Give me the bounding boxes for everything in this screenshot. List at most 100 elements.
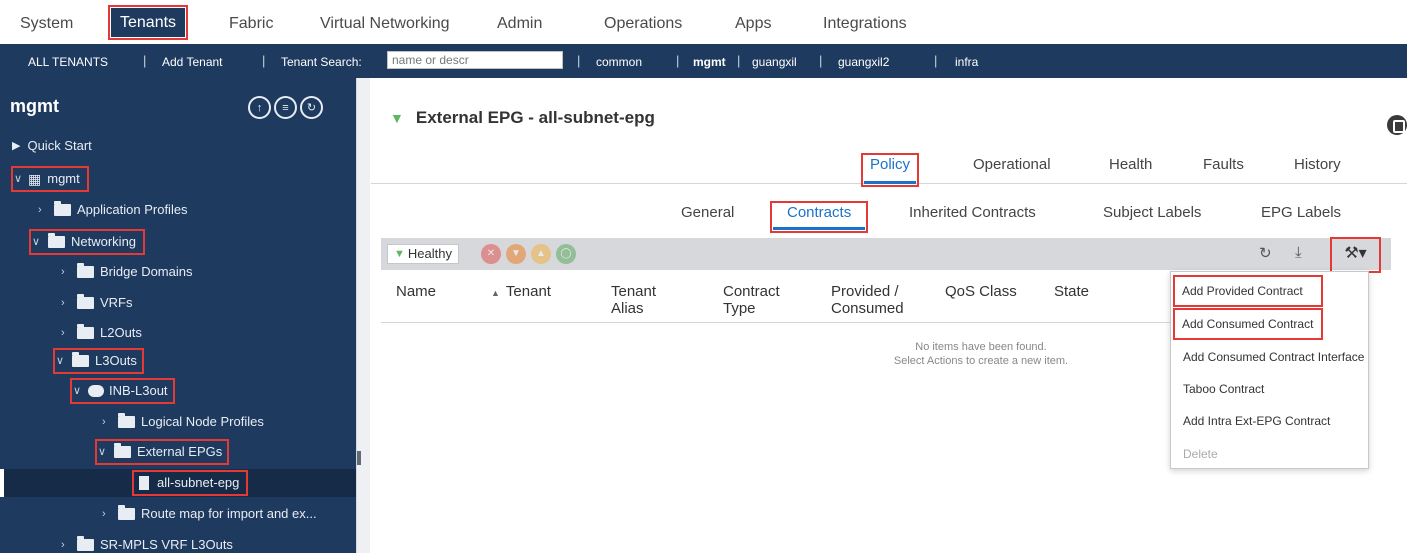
- tree-item-sr-mpls-vrf-l3outs[interactable]: › SR-MPLS VRF L3Outs: [61, 535, 233, 553]
- collapse-handle[interactable]: [357, 451, 361, 465]
- tab-history[interactable]: History: [1294, 156, 1341, 173]
- column-tenant[interactable]: ▲ Tenant: [491, 283, 551, 302]
- tree-item-application-profiles[interactable]: › Application Profiles: [38, 200, 188, 220]
- tree-item-inb-l3out[interactable]: ∨ INB-L3out: [70, 378, 175, 404]
- pane-splitter[interactable]: [356, 78, 370, 553]
- menu-system[interactable]: System: [20, 15, 73, 33]
- refresh-icon[interactable]: ↻: [1259, 244, 1272, 262]
- menu-admin[interactable]: Admin: [497, 15, 542, 33]
- chevron-down-icon[interactable]: ∨: [56, 351, 68, 371]
- menu-add-intra-ext-epg-contract[interactable]: Add Intra Ext-EPG Contract: [1171, 405, 1370, 437]
- tab-faults[interactable]: Faults: [1203, 156, 1244, 173]
- pin-icon[interactable]: ↑: [248, 96, 271, 119]
- tree-item-mgmt[interactable]: ∨ ▦ mgmt: [11, 166, 89, 192]
- all-tenants-link[interactable]: ALL TENANTS: [28, 55, 108, 69]
- menu-tenants[interactable]: Tenants: [107, 5, 189, 40]
- page-title: ▼ External EPG - all-subnet-epg: [390, 108, 655, 128]
- menu-apps[interactable]: Apps: [735, 15, 771, 33]
- menu-operations[interactable]: Operations: [604, 15, 682, 33]
- actions-tools-button[interactable]: ⚒▾: [1330, 237, 1381, 273]
- help-bookmark-icon[interactable]: [1387, 115, 1407, 135]
- tab-policy[interactable]: Policy: [860, 153, 920, 187]
- warning-fault-icon[interactable]: ◯: [556, 244, 576, 264]
- chevron-right-icon[interactable]: ›: [102, 504, 114, 524]
- chevron-right-icon[interactable]: ›: [61, 293, 73, 313]
- column-state[interactable]: State: [1054, 283, 1089, 300]
- chevron-down-icon[interactable]: ∨: [98, 442, 110, 462]
- menu-virtual-networking[interactable]: Virtual Networking: [320, 15, 450, 33]
- tree-item-vrfs[interactable]: › VRFs: [61, 293, 133, 313]
- tenant-link-guangxil2[interactable]: guangxil2: [838, 55, 889, 69]
- folder-icon: [114, 443, 131, 458]
- folder-icon: [118, 413, 135, 428]
- sidebar-actions: ↑ ≡ ↻: [248, 96, 323, 119]
- menu-integrations[interactable]: Integrations: [823, 15, 907, 33]
- tab-contracts[interactable]: Contracts: [769, 201, 869, 233]
- chevron-down-icon[interactable]: ∨: [73, 381, 85, 401]
- chevron-right-icon[interactable]: ›: [61, 262, 73, 282]
- tree-item-label: L2Outs: [100, 325, 142, 340]
- tenant-search-input[interactable]: [387, 51, 563, 69]
- tenant-link-common[interactable]: common: [596, 55, 642, 69]
- tree-item-l3outs[interactable]: ∨ L3Outs: [53, 348, 144, 374]
- chevron-right-icon[interactable]: ›: [102, 412, 114, 432]
- tab-subject-labels[interactable]: Subject Labels: [1103, 204, 1201, 221]
- tab-epg-labels[interactable]: EPG Labels: [1261, 204, 1341, 221]
- tree-item-label: Bridge Domains: [100, 264, 193, 279]
- column-qos-class[interactable]: QoS Class: [945, 283, 1017, 300]
- chevron-right-icon[interactable]: ›: [61, 323, 73, 343]
- page-title-text: External EPG - all-subnet-epg: [415, 108, 655, 127]
- tenant-link-infra[interactable]: infra: [955, 55, 978, 69]
- download-icon[interactable]: ⤓: [1295, 244, 1302, 261]
- menu-delete: Delete: [1183, 447, 1218, 461]
- chevron-right-icon[interactable]: ›: [61, 535, 73, 553]
- tree-item-l2outs[interactable]: › L2Outs: [61, 323, 142, 343]
- tree-item-all-subnet-epg[interactable]: all-subnet-epg: [131, 470, 249, 496]
- tree-item-bridge-domains[interactable]: › Bridge Domains: [61, 262, 193, 282]
- major-fault-icon[interactable]: ▼: [506, 244, 526, 264]
- tab-inherited-contracts[interactable]: Inherited Contracts: [909, 204, 1036, 221]
- tree-item-label: External EPGs: [137, 444, 223, 459]
- tab-general[interactable]: General: [681, 204, 734, 221]
- cloud-icon: [88, 385, 104, 397]
- tree-item-quick-start[interactable]: ▶ Quick Start: [12, 136, 92, 156]
- folder-icon: [54, 201, 71, 216]
- tree-item-label: L3Outs: [95, 353, 137, 368]
- tree-item-route-map[interactable]: › Route map for import and ex...: [102, 504, 317, 524]
- tenant-link-guangxil[interactable]: guangxil: [752, 55, 797, 69]
- tree-item-label: mgmt: [47, 171, 80, 186]
- column-name[interactable]: Name: [396, 283, 436, 300]
- add-tenant-link[interactable]: Add Tenant: [162, 55, 223, 69]
- health-badge: ▼ Healthy: [387, 244, 459, 264]
- column-contract-type[interactable]: Contract Type: [723, 283, 780, 317]
- tab-health[interactable]: Health: [1109, 156, 1152, 173]
- menu-taboo-contract[interactable]: Taboo Contract: [1171, 373, 1370, 405]
- separator: |: [934, 53, 938, 68]
- empty-state-message: No items have been found. Select Actions…: [781, 340, 1181, 368]
- header-divider: [381, 322, 1171, 323]
- tree-item-logical-node-profiles[interactable]: › Logical Node Profiles: [102, 412, 264, 432]
- tab-operational[interactable]: Operational: [973, 156, 1051, 173]
- secondary-tabs: General Contracts Inherited Contracts Su…: [371, 201, 1407, 233]
- tree-item-external-epgs[interactable]: ∨ External EPGs: [94, 439, 230, 465]
- menu-fabric[interactable]: Fabric: [229, 15, 273, 33]
- chevron-down-icon[interactable]: ∨: [14, 169, 26, 189]
- column-provided-consumed[interactable]: Provided / Consumed: [831, 283, 904, 317]
- tenant-icon: ▦: [28, 171, 42, 187]
- column-tenant-alias[interactable]: Tenant Alias: [611, 283, 656, 317]
- list-icon[interactable]: ≡: [274, 96, 297, 119]
- tenant-bar: ALL TENANTS | Add Tenant | Tenant Search…: [0, 44, 1407, 78]
- menu-add-provided-contract[interactable]: Add Provided Contract: [1173, 275, 1323, 307]
- menu-add-consumed-contract-interface[interactable]: Add Consumed Contract Interface: [1171, 341, 1370, 373]
- tree-item-networking[interactable]: ∨ Networking: [28, 229, 146, 255]
- refresh-icon[interactable]: ↻: [300, 96, 323, 119]
- tenant-link-mgmt[interactable]: mgmt: [693, 55, 726, 69]
- top-menu: System Tenants Fabric Virtual Networking…: [0, 0, 1407, 44]
- minor-fault-icon[interactable]: ▲: [531, 244, 551, 264]
- critical-fault-icon[interactable]: ✕: [481, 244, 501, 264]
- epg-icon: [139, 476, 149, 490]
- chevron-down-icon[interactable]: ∨: [32, 232, 44, 252]
- menu-add-consumed-contract[interactable]: Add Consumed Contract: [1173, 308, 1323, 340]
- separator: |: [676, 53, 680, 68]
- chevron-right-icon[interactable]: ›: [38, 200, 50, 220]
